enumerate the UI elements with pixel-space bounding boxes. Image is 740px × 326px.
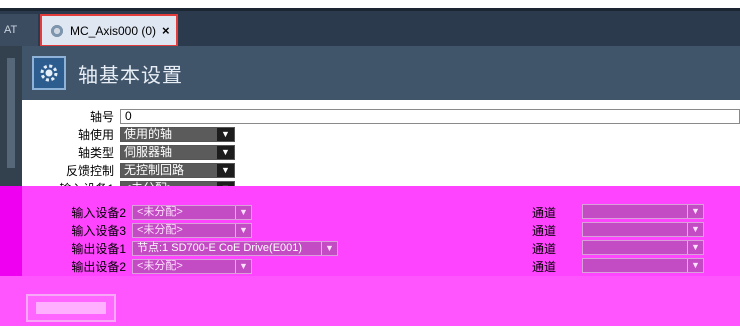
input-device-3-label: 输入设备3	[71, 223, 126, 238]
row-axis-use: 轴使用 使用的轴 ▼	[22, 126, 235, 142]
row-output-device-1: 输出设备1 节点:1 SD700-E CoE Drive(E001) ▼	[22, 240, 338, 256]
gear-icon	[50, 23, 64, 38]
chevron-down-icon[interactable]: ▼	[217, 145, 234, 159]
channel-value-3	[583, 223, 687, 236]
tab-label: MC_Axis000 (0)	[70, 23, 157, 38]
axis-number-label: 轴号	[89, 109, 114, 124]
input-device-3-value: <未分配>	[133, 223, 235, 237]
corrupted-footer	[0, 276, 740, 326]
axis-use-value: 使用的轴	[121, 127, 217, 141]
channel-label-out-2: 通道	[532, 260, 557, 274]
axis-use-select[interactable]: 使用的轴 ▼	[120, 126, 235, 142]
channel-value-2	[583, 205, 687, 218]
chevron-down-icon[interactable]: ▼	[235, 223, 251, 237]
output-device-2-value: <未分配>	[133, 259, 235, 273]
row-axis-number: 轴号 0	[22, 108, 740, 124]
top-strip	[0, 0, 740, 8]
channel-select-2[interactable]: ▼	[582, 204, 704, 219]
tab-mc-axis000[interactable]: MC_Axis000 (0) ×	[40, 14, 178, 47]
input-device-2-select[interactable]: <未分配> ▼	[132, 204, 252, 220]
axis-type-select[interactable]: 伺服器轴 ▼	[120, 144, 235, 160]
input-device-2-label: 输入设备2	[71, 205, 126, 220]
row-input-device-2: 输入设备2 <未分配> ▼	[22, 204, 252, 220]
page-title: 轴基本设置	[78, 64, 183, 87]
channel-select-3[interactable]: ▼	[582, 222, 704, 237]
input-device-3-select[interactable]: <未分配> ▼	[132, 222, 252, 238]
axis-settings-icon	[32, 56, 66, 90]
chevron-down-icon[interactable]: ▼	[217, 163, 234, 177]
output-device-1-select[interactable]: 节点:1 SD700-E CoE Drive(E001) ▼	[132, 240, 338, 256]
axis-type-value: 伺服器轴	[121, 145, 217, 159]
tab-strip: AT MC_Axis000 (0) ×	[0, 8, 740, 47]
axis-number-field[interactable]: 0	[120, 108, 740, 124]
row-feedback: 反馈控制 无控制回路 ▼	[22, 162, 235, 178]
row-axis-type: 轴类型 伺服器轴 ▼	[22, 144, 235, 160]
output-device-1-value: 节点:1 SD700-E CoE Drive(E001)	[133, 241, 321, 255]
footer-button-label-area	[36, 302, 106, 314]
channel-select-out-1[interactable]: ▼	[582, 240, 704, 255]
section-header: 轴基本设置	[22, 46, 740, 100]
feedback-select[interactable]: 无控制回路 ▼	[120, 162, 235, 178]
chevron-down-icon[interactable]: ▼	[687, 223, 703, 236]
output-device-1-label: 输出设备1	[71, 241, 126, 256]
scrollbar-thumb[interactable]	[7, 58, 15, 168]
axis-use-label: 轴使用	[77, 127, 114, 142]
channel-select-out-2[interactable]: ▼	[582, 258, 704, 273]
row-output-device-2: 输出设备2 <未分配> ▼	[22, 258, 252, 274]
output-device-2-label: 输出设备2	[71, 259, 126, 274]
row-input-device-3: 输入设备3 <未分配> ▼	[22, 222, 252, 238]
axis-type-label: 轴类型	[77, 145, 114, 160]
channel-label-3: 通道	[532, 224, 557, 238]
chevron-down-icon[interactable]: ▼	[235, 205, 251, 219]
channel-value-out-2	[583, 259, 687, 272]
output-device-2-select[interactable]: <未分配> ▼	[132, 258, 252, 274]
chevron-down-icon[interactable]: ▼	[687, 205, 703, 218]
device-assignment-panel: 输入设备2 <未分配> ▼ 通道 ▼ 输入设备3 <未分配> ▼ 通道 ▼ 输出…	[22, 186, 740, 276]
channel-label-out-1: 通道	[532, 242, 557, 256]
input-device-2-value: <未分配>	[133, 205, 235, 219]
chevron-down-icon[interactable]: ▼	[687, 241, 703, 254]
channel-label-2: 通道	[532, 206, 557, 220]
feedback-value: 无控制回路	[121, 163, 217, 177]
tab-previous[interactable]: AT	[0, 14, 38, 47]
feedback-label: 反馈控制	[65, 163, 114, 178]
chevron-down-icon[interactable]: ▼	[235, 259, 251, 273]
chevron-down-icon[interactable]: ▼	[687, 259, 703, 272]
channel-value-out-1	[583, 241, 687, 254]
tab-previous-label: AT	[4, 24, 18, 36]
chevron-down-icon[interactable]: ▼	[217, 127, 234, 141]
chevron-down-icon[interactable]: ▼	[321, 241, 337, 255]
footer-button[interactable]	[26, 294, 116, 322]
close-icon[interactable]: ×	[162, 23, 170, 38]
